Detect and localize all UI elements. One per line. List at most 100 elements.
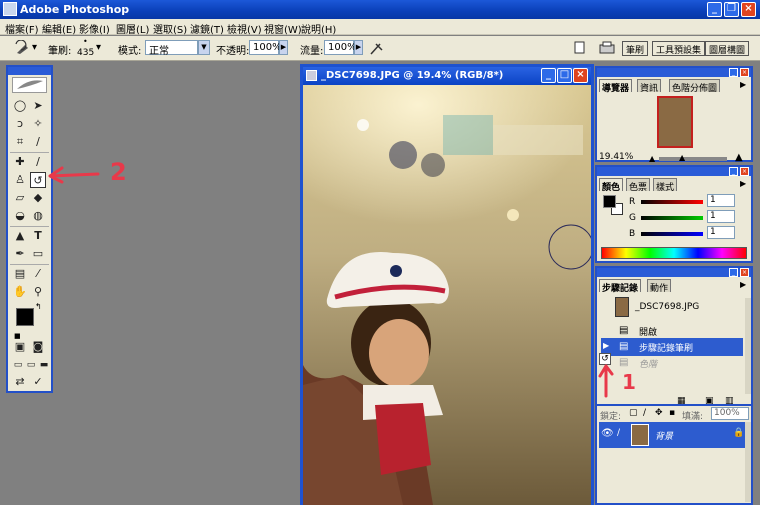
tool-preset-arrow[interactable]: ▾ (32, 42, 37, 53)
document-title-bar[interactable]: _DSC7698.JPG @ 19.4% (RGB/8*) _ □ × (303, 67, 591, 85)
red-channel-input[interactable]: 1 (707, 194, 735, 207)
fill-input[interactable]: 100% (711, 407, 749, 420)
type-tool-icon[interactable]: T (30, 228, 46, 244)
navigator-thumbnail[interactable] (657, 96, 693, 148)
tab-info[interactable]: 資訊 (637, 79, 662, 94)
history-panel-title-bar[interactable]: _ × (597, 268, 751, 277)
navigator-zoom-slider[interactable] (659, 157, 727, 161)
menu-layer[interactable]: 圖層(L) (116, 21, 149, 36)
color-close-button[interactable]: × (740, 167, 749, 176)
menu-filter[interactable]: 濾鏡(T) (190, 21, 224, 36)
foreground-color-swatch[interactable] (16, 308, 34, 326)
shape-tool-icon[interactable]: ▭ (30, 246, 46, 262)
history-brush-icon[interactable]: ↺ (30, 172, 46, 188)
eyedropper-icon[interactable]: ⁄ (30, 266, 46, 282)
navigator-zoom-value[interactable]: 19.41% (599, 152, 633, 162)
lasso-tool-icon[interactable]: ↄ (12, 116, 28, 132)
marquee-tool-icon[interactable]: ◯ (12, 98, 28, 114)
path-selection-icon[interactable]: ▲ (12, 228, 28, 244)
trash-icon[interactable]: ▥ (725, 396, 734, 406)
brush-picker-arrow[interactable]: ▾ (96, 42, 101, 53)
move-tool-icon[interactable]: ➤ (30, 98, 46, 114)
menu-edit[interactable]: 編輯(E) (42, 21, 76, 36)
zoom-out-icon[interactable]: ▲ (649, 154, 655, 163)
paint-bucket-icon[interactable]: ◆ (30, 190, 46, 206)
magic-wand-icon[interactable]: ✧ (30, 116, 46, 132)
tab-history[interactable]: 步驟記錄 (599, 279, 642, 294)
blue-channel-slider[interactable] (641, 232, 703, 236)
palette-well-icon[interactable] (598, 40, 616, 56)
menu-file[interactable]: 檔案(F) (5, 21, 39, 36)
history-scrollbar[interactable] (745, 298, 751, 394)
color-foreground-swatch[interactable] (603, 195, 616, 208)
brush-tool-icon[interactable]: ∕ (30, 154, 46, 170)
slice-tool-icon[interactable]: ∕ (30, 134, 46, 150)
opacity-slider-arrow[interactable]: ▶ (279, 40, 288, 55)
imageready-icon[interactable]: ✓ (30, 374, 46, 390)
tab-swatches[interactable]: 色票 (626, 178, 651, 193)
minimize-button[interactable]: _ (707, 2, 722, 17)
menu-view[interactable]: 檢視(V) (227, 21, 262, 36)
color-spectrum-bar[interactable] (601, 247, 747, 259)
history-close-button[interactable]: × (740, 268, 749, 277)
navigator-menu-arrow[interactable]: ▶ (740, 80, 746, 89)
navigator-panel-title-bar[interactable]: _ × (597, 68, 751, 77)
new-snapshot-icon[interactable]: ▦ (677, 396, 686, 406)
notes-tool-icon[interactable]: ▤ (12, 266, 28, 282)
zoom-slider-handle[interactable]: ▲ (679, 153, 685, 162)
brushes-tab-button[interactable]: 筆刷 (622, 41, 649, 56)
menu-help[interactable]: 說明(H) (301, 21, 336, 36)
mode-select[interactable]: 正常 (145, 40, 198, 57)
quick-mask-mode-icon[interactable]: ◙ (30, 339, 46, 355)
healing-brush-icon[interactable]: ✚ (12, 154, 28, 170)
layer-comps-tab-button[interactable]: 圖層構圖 (705, 41, 750, 56)
flow-slider-arrow[interactable]: ▶ (354, 40, 363, 55)
lock-position-icon[interactable]: ✥ (655, 408, 663, 418)
dodge-tool-icon[interactable]: ◍ (30, 208, 46, 224)
tab-histogram[interactable]: 色階分佈圖 (669, 79, 721, 94)
tool-presets-tab-button[interactable]: 工具預設集 (652, 41, 706, 56)
color-minimize-button[interactable]: _ (729, 167, 738, 176)
restore-button[interactable]: ❐ (724, 2, 739, 17)
tab-actions[interactable]: 動作 (647, 279, 672, 294)
standard-mode-icon[interactable]: ▣ (12, 339, 28, 355)
navigator-close-button[interactable]: × (740, 68, 749, 77)
layer-visibility-eye-icon[interactable]: 👁 (601, 428, 614, 439)
jump-to-imageready-icon[interactable]: ⇄ (12, 374, 28, 390)
green-channel-slider[interactable] (641, 216, 703, 220)
menu-image[interactable]: 影像(I) (79, 21, 110, 36)
flow-input[interactable]: 100% (324, 40, 357, 55)
doc-maximize-button[interactable]: □ (557, 68, 572, 83)
hand-tool-icon[interactable]: ✋ (12, 284, 28, 300)
new-document-icon[interactable]: ▣ (705, 396, 714, 406)
doc-minimize-button[interactable]: _ (541, 68, 556, 83)
pen-tool-icon[interactable]: ✒ (12, 246, 28, 262)
history-menu-arrow[interactable]: ▶ (740, 280, 746, 289)
airbrush-icon[interactable] (368, 40, 386, 56)
zoom-in-icon[interactable]: ▲ (735, 152, 743, 163)
feather-logo[interactable] (12, 77, 47, 93)
screen-mode-full-icon[interactable]: ▬ (36, 357, 52, 373)
lock-image-icon[interactable]: ∕ (643, 408, 646, 418)
crop-tool-icon[interactable]: ⌗ (12, 134, 28, 150)
swap-colors-icon[interactable]: ↰ (35, 302, 42, 311)
clone-stamp-icon[interactable]: ♙ (12, 172, 28, 188)
green-channel-input[interactable]: 1 (707, 210, 735, 223)
eraser-icon[interactable]: ▱ (12, 190, 28, 206)
history-snapshot[interactable]: _DSC7698.JPG (601, 296, 743, 318)
tab-styles[interactable]: 樣式 (653, 178, 678, 193)
document-canvas[interactable] (303, 85, 591, 505)
tab-color[interactable]: 顏色 (599, 178, 624, 193)
doc-close-button[interactable]: × (573, 68, 588, 83)
tab-navigator[interactable]: 導覽器 (599, 79, 633, 94)
toolbox-title-bar[interactable] (8, 67, 51, 75)
menu-select[interactable]: 選取(S) (153, 21, 187, 36)
file-browser-icon[interactable] (574, 41, 586, 55)
color-menu-arrow[interactable]: ▶ (740, 179, 746, 188)
color-panel-title-bar[interactable]: _ × (597, 167, 751, 176)
red-channel-slider[interactable] (641, 200, 703, 204)
history-brush-tool-icon[interactable] (14, 40, 32, 56)
zoom-tool-icon[interactable]: ⚲ (30, 284, 46, 300)
history-minimize-button[interactable]: _ (729, 268, 738, 277)
menu-window[interactable]: 視窗(W) (264, 21, 302, 36)
